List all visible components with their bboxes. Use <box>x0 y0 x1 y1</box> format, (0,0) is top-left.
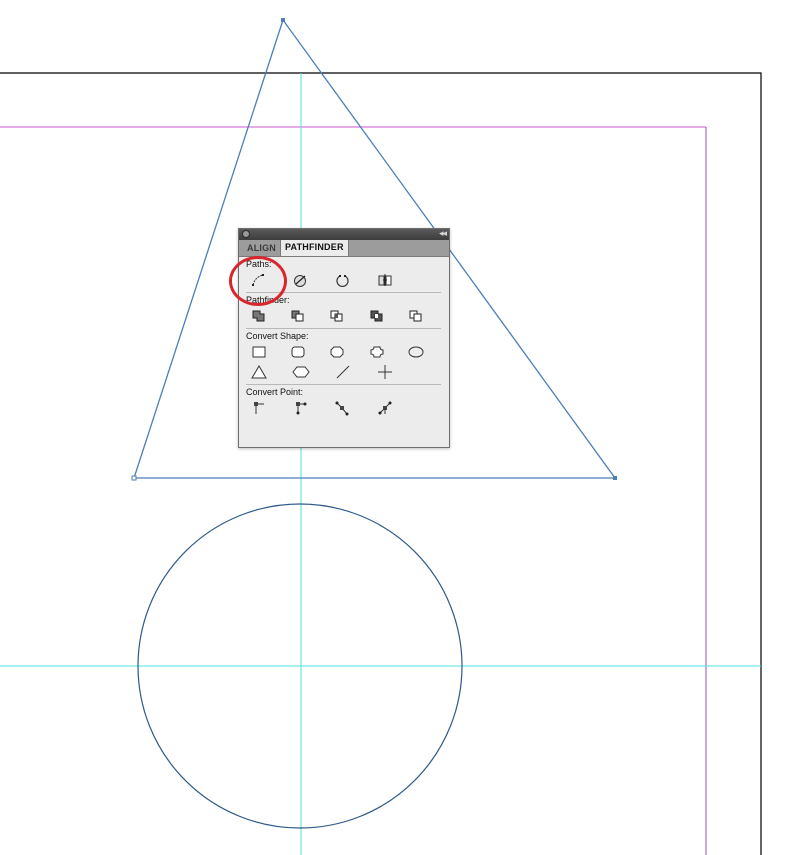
rounded-rectangle-icon <box>291 346 305 358</box>
convert-shape-section: Convert Shape: <box>239 329 449 382</box>
open-path-button[interactable] <box>330 270 372 290</box>
triangle-icon <box>251 365 267 379</box>
smooth-point-icon <box>335 401 349 416</box>
intersect-button[interactable] <box>324 306 363 326</box>
subtract-icon <box>291 310 304 322</box>
tab-pathfinder[interactable]: PATHFINDER <box>280 239 349 256</box>
tab-align[interactable]: ALIGN <box>243 241 280 256</box>
minus-back-icon <box>409 310 422 322</box>
exclude-overlap-button[interactable] <box>364 306 403 326</box>
convert-rounded-rectangle-button[interactable] <box>285 342 324 362</box>
plain-point-icon <box>254 402 264 414</box>
convert-ellipse-button[interactable] <box>403 342 442 362</box>
convert-polygon-button[interactable] <box>288 362 330 382</box>
anchor-point-top[interactable] <box>281 18 285 22</box>
close-icon[interactable] <box>242 230 250 238</box>
beveled-rectangle-icon <box>330 346 344 358</box>
minus-back-button[interactable] <box>403 306 442 326</box>
corner-point-icon <box>296 402 307 415</box>
anchor-point-left[interactable] <box>131 475 137 481</box>
subtract-button[interactable] <box>285 306 324 326</box>
add-icon <box>252 310 265 322</box>
exclude-overlap-icon <box>370 310 383 322</box>
plain-point-button[interactable] <box>246 398 288 418</box>
orthogonal-line-icon <box>378 365 392 379</box>
smooth-point-button[interactable] <box>330 398 372 418</box>
intersect-icon <box>330 310 343 322</box>
line-icon <box>336 365 350 379</box>
convert-rectangle-button[interactable] <box>246 342 285 362</box>
reverse-path-button[interactable] <box>372 270 414 290</box>
convert-shape-label: Convert Shape: <box>246 331 309 341</box>
close-path-button[interactable] <box>288 270 330 290</box>
symmetrical-point-button[interactable] <box>372 398 414 418</box>
ellipse-icon <box>408 346 424 358</box>
convert-beveled-rectangle-button[interactable] <box>324 342 363 362</box>
anchor-point-right[interactable] <box>613 476 617 480</box>
add-button[interactable] <box>246 306 285 326</box>
page-border <box>0 72 762 855</box>
panel-tabbar: ALIGN PATHFINDER <box>239 239 449 257</box>
close-path-icon <box>294 275 306 287</box>
panel-titlebar[interactable]: ◂◂ <box>239 228 449 240</box>
reverse-path-icon <box>378 274 392 286</box>
convert-orthogonal-line-button[interactable] <box>372 362 414 382</box>
polygon-icon <box>292 366 310 378</box>
collapse-icon[interactable]: ◂◂ <box>439 228 447 239</box>
convert-point-section: Convert Point: <box>239 385 449 418</box>
corner-point-button[interactable] <box>288 398 330 418</box>
inverse-rounded-rectangle-icon <box>370 346 384 358</box>
convert-triangle-button[interactable] <box>246 362 288 382</box>
convert-line-button[interactable] <box>330 362 372 382</box>
rectangle-icon <box>252 346 266 358</box>
highlight-circle-annotation <box>229 256 287 306</box>
symmetrical-point-icon <box>378 401 392 415</box>
convert-point-label: Convert Point: <box>246 387 304 397</box>
convert-inverse-rounded-rectangle-button[interactable] <box>364 342 403 362</box>
open-path-icon <box>336 275 349 287</box>
